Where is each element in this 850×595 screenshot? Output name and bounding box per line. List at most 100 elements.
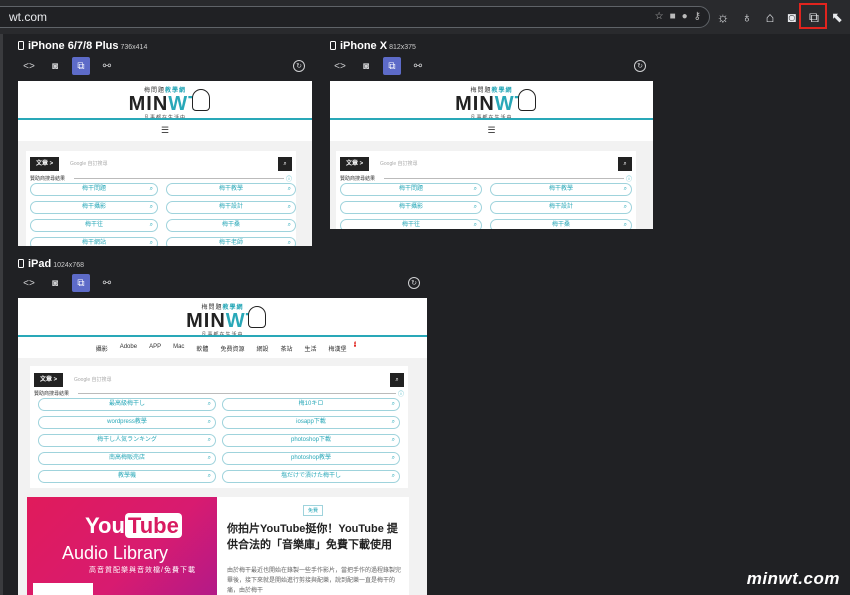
search-button[interactable]: ⌕ — [390, 373, 404, 387]
nav-item[interactable]: 生活 — [304, 344, 316, 354]
ad-pill[interactable]: 梅干桑 ⌕ — [490, 219, 632, 229]
ad-pill[interactable]: wordpress教學 ⌕ — [38, 416, 216, 429]
search-card: 文章 > Google 自訂搜尋 ⌕ 贊助商搜尋結果 ⓘ 梅干問題 ⌕ 梅干教學 ⌕ … — [336, 151, 636, 229]
article-card[interactable]: You Tube Audio Library 高音質配樂與音效檔/免費下載 免費 … — [27, 497, 409, 595]
extension-icon[interactable]: ● — [682, 11, 688, 23]
search-icon: ⌕ — [287, 222, 291, 228]
article-thumbnail[interactable]: You Tube Audio Library 高音質配樂與音效檔/免費下載 — [27, 497, 217, 595]
ad-pill[interactable]: 梅干往 ⌕ — [340, 219, 482, 229]
notification-badge: 1 — [353, 341, 357, 347]
highlight-box — [799, 3, 827, 29]
camera-icon[interactable]: ◙ — [46, 274, 64, 292]
ad-pill[interactable]: 梅干設計 ⌕ — [490, 201, 632, 214]
code-icon[interactable]: <> — [20, 57, 38, 75]
disconnect-icon[interactable]: ⚯ — [409, 57, 427, 75]
divider — [18, 335, 427, 337]
ad-pill[interactable]: 梅干設計 ⌕ — [166, 201, 296, 214]
sponsor-label: 贊助商搜尋結果 ⓘ — [34, 391, 404, 398]
ad-pill[interactable]: 梅干老師 ⌕ — [166, 237, 296, 246]
search-icon: ⌕ — [207, 401, 211, 407]
search-input[interactable]: Google 自訂搜尋 — [72, 373, 388, 387]
ad-pill[interactable]: 塩だけで漬けた梅干し ⌕ — [222, 470, 400, 483]
nav-item[interactable]: 攝影 — [96, 344, 108, 354]
sync-icon[interactable]: ⧉ — [383, 57, 401, 75]
camera-icon[interactable]: ◙ — [357, 57, 375, 75]
ad-pill[interactable]: 教學機 ⌕ — [38, 470, 216, 483]
star-icon[interactable]: ☆ — [655, 11, 664, 23]
ad-pill[interactable]: iosapp下載 ⌕ — [222, 416, 400, 429]
search-button[interactable]: ⌕ — [278, 157, 292, 171]
extension-icon[interactable]: ■ — [670, 11, 676, 23]
main-nav: 攝影 Adobe APP Mac 軟體 免費資源 網設 茶站 生活 梅漢堡1 — [18, 341, 427, 354]
youtube-logo: You Tube — [85, 513, 182, 539]
ad-pill[interactable]: 梅干攝影 ⌕ — [30, 201, 158, 214]
code-icon[interactable]: <> — [331, 57, 349, 75]
sync-icon[interactable]: ⧉ — [72, 274, 90, 292]
search-icon: ⌕ — [207, 437, 211, 443]
site-logo[interactable]: 梅問題教學網 MINWT 凡事都在生活中 — [455, 85, 528, 121]
ad-pill[interactable]: 梅干問題 ⌕ — [340, 183, 482, 196]
info-icon: ⓘ — [625, 177, 632, 183]
article-title[interactable]: 你拍片YouTube挺你！YouTube 提供合法的「音樂庫」免費下載使用 — [227, 521, 405, 553]
mouse-icon[interactable]: ⌂ — [760, 7, 780, 27]
device-title: iPhone 6/7/8 Plus 736x414 — [18, 40, 147, 52]
rotate-icon[interactable]: ↻ — [408, 277, 420, 289]
search-input[interactable]: Google 自訂搜尋 — [378, 157, 616, 171]
site-logo[interactable]: 梅問題教學網 MINWT 凡事都在生活中 — [129, 85, 202, 121]
search-category[interactable]: 文章 > — [34, 373, 64, 387]
disconnect-icon[interactable]: ⚯ — [98, 274, 116, 292]
ad-pill[interactable]: 梅干桑 ⌕ — [166, 219, 296, 232]
device-screen: 梅問題教學網 MINWT 凡事都在生活中 攝影 Adobe APP Mac 軟體… — [18, 298, 427, 595]
nav-item[interactable]: Adobe — [120, 344, 137, 354]
search-icon: ⌕ — [149, 186, 153, 192]
search-button[interactable]: ⌕ — [618, 157, 632, 171]
ad-pill[interactable]: photoshop教學 ⌕ — [222, 452, 400, 465]
camera-icon[interactable]: ◙ — [46, 57, 64, 75]
rotate-icon[interactable]: ↻ — [634, 60, 646, 72]
sponsor-label: 贊助商搜尋結果 ⓘ — [340, 176, 632, 183]
ghost-mascot-icon — [518, 89, 536, 111]
device-toolbar: <> ◙ ⧉ ⚯ — [20, 274, 116, 292]
nav-item[interactable]: 軟體 — [196, 344, 208, 354]
ad-pill[interactable]: 梅干し人気ランキング ⌕ — [38, 434, 216, 447]
banner-subtitle: Audio Library — [62, 543, 169, 563]
browser-toolbar: wt.com ☆ ■ ● ⚷ ☼ ♁ ⌂ ◙ ⧉ ⬉ — [0, 0, 850, 34]
nav-item[interactable]: 梅漢堡1 — [329, 341, 357, 354]
bulb-icon[interactable]: ♁ — [737, 7, 757, 27]
rotate-icon[interactable]: ↻ — [293, 60, 305, 72]
ad-pill[interactable]: 最高級梅干し ⌕ — [38, 398, 216, 411]
device-screen: 梅問題教學網 MINWT 凡事都在生活中 ☰ 文章 > Google 自訂搜尋 … — [18, 81, 312, 246]
ad-pill[interactable]: 梅干教學 ⌕ — [490, 183, 632, 196]
search-icon: ⌕ — [473, 186, 477, 192]
nav-item[interactable]: 茶站 — [280, 344, 292, 354]
disconnect-icon[interactable]: ⚯ — [98, 57, 116, 75]
code-icon[interactable]: <> — [20, 274, 38, 292]
divider — [18, 118, 312, 120]
ad-pill[interactable]: 南高梅販売店 ⌕ — [38, 452, 216, 465]
nav-item[interactable]: Mac — [173, 344, 184, 354]
ad-pill[interactable]: 梅干攝影 ⌕ — [340, 201, 482, 214]
sync-icon[interactable]: ⧉ — [72, 57, 90, 75]
ad-pill[interactable]: 梅干往 ⌕ — [30, 219, 158, 232]
key-icon[interactable]: ⚷ — [694, 11, 701, 23]
search-category[interactable]: 文章 > — [30, 157, 60, 171]
brightness-icon[interactable]: ☼ — [713, 7, 733, 27]
ad-pill[interactable]: 梅干教學 ⌕ — [166, 183, 296, 196]
search-icon: ⌕ — [149, 204, 153, 210]
hamburger-menu-icon[interactable]: ☰ — [161, 125, 169, 136]
search-icon: ⌕ — [623, 186, 627, 192]
nav-item[interactable]: 網設 — [256, 344, 268, 354]
category-tag[interactable]: 免費 — [303, 505, 324, 516]
ad-pill[interactable]: 梅干問題 ⌕ — [30, 183, 158, 196]
hamburger-menu-icon[interactable]: ☰ — [487, 125, 495, 136]
nav-item[interactable]: 免費資源 — [220, 344, 244, 354]
ad-pill[interactable]: 梅10キロ ⌕ — [222, 398, 400, 411]
search-input[interactable]: Google 自訂搜尋 — [68, 157, 276, 171]
search-category[interactable]: 文章 > — [340, 157, 370, 171]
address-bar[interactable]: wt.com ☆ ■ ● ⚷ — [0, 6, 710, 28]
search-icon: ⌕ — [391, 401, 395, 407]
cursor-icon[interactable]: ⬉ — [827, 7, 847, 27]
ad-pill[interactable]: photoshop下載 ⌕ — [222, 434, 400, 447]
ad-pill[interactable]: 梅干網站 ⌕ — [30, 237, 158, 246]
nav-item[interactable]: APP — [149, 344, 161, 354]
